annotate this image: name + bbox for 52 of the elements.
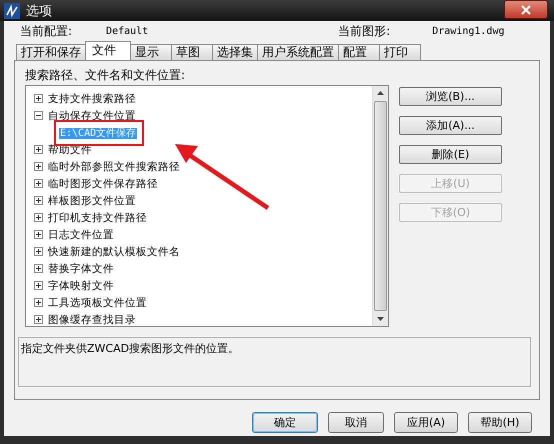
side-button[interactable]: 删除(E) (399, 145, 502, 164)
profile-value: Default (106, 26, 148, 37)
expander-icon[interactable] (34, 145, 43, 154)
tree-item[interactable]: 快速新建的默认模板文件名 (47, 244, 181, 258)
tab[interactable]: 文件 (85, 41, 131, 60)
drawing-label: 当前图形: (338, 23, 390, 40)
dialog-button[interactable]: 应用(A) (394, 412, 458, 433)
dialog-button[interactable]: 帮助(H) (468, 412, 532, 433)
tab[interactable]: 显示 (130, 44, 172, 60)
tree-item[interactable]: 工具选项板文件位置 (47, 296, 148, 310)
expander-icon[interactable] (34, 247, 43, 256)
dialog-button[interactable]: 取消 (328, 412, 384, 433)
expander-icon[interactable] (34, 264, 43, 273)
app-icon (4, 2, 20, 18)
drawing-value: Drawing1.dwg (432, 26, 504, 37)
tab[interactable]: 打印 (379, 44, 421, 60)
tree-item[interactable]: 替换字体文件 (47, 262, 115, 276)
side-button[interactable]: 添加(A)... (399, 116, 502, 135)
tab[interactable]: 打开和保存 (16, 44, 86, 60)
close-icon (521, 4, 531, 14)
tree-item[interactable]: 支持文件搜索路径 (47, 92, 137, 106)
tree-item[interactable]: 日志文件位置 (47, 228, 115, 242)
close-button[interactable] (504, 0, 548, 19)
tree-item[interactable]: 临时图形文件保存路径 (47, 176, 159, 190)
tab[interactable]: 选择集 (212, 44, 258, 60)
expander-icon[interactable] (34, 111, 43, 120)
tree-label: 搜索路径、文件名和文件位置: (25, 67, 186, 84)
tree-item[interactable]: 图像缓存查找目录 (47, 312, 137, 326)
expander-icon[interactable] (34, 94, 43, 103)
tree-item[interactable]: 自动保存文件位置 (47, 108, 137, 122)
tree-item[interactable]: 打印机支持文件路径 (47, 210, 148, 224)
description-text: 指定文件夹供ZWCAD搜索图形文件的位置。 (21, 342, 240, 355)
expander-icon[interactable] (34, 196, 43, 205)
dialog-button[interactable]: 确定 (252, 412, 318, 433)
tab[interactable]: 用户系统配置 (257, 44, 339, 60)
expander-icon[interactable] (34, 213, 43, 222)
scrollbar[interactable] (372, 86, 388, 326)
tree-item[interactable]: 样板图形文件位置 (47, 194, 137, 208)
tree-item[interactable]: 字体映射文件 (47, 278, 115, 292)
expander-icon[interactable] (34, 298, 43, 307)
tab[interactable]: 配置 (338, 44, 380, 60)
tab[interactable]: 草图 (171, 44, 213, 60)
tree-item[interactable]: 临时外部参照文件搜索路径 (47, 160, 181, 174)
expander-icon[interactable] (34, 315, 43, 324)
scroll-thumb[interactable] (374, 101, 387, 311)
expander-icon[interactable] (34, 162, 43, 171)
window-title: 选项 (26, 2, 52, 20)
profile-label: 当前配置: (20, 23, 72, 40)
side-button[interactable]: 浏览(B)... (399, 87, 502, 106)
expander-icon[interactable] (34, 179, 43, 188)
expander-icon[interactable] (34, 281, 43, 290)
expander-icon[interactable] (34, 230, 43, 239)
